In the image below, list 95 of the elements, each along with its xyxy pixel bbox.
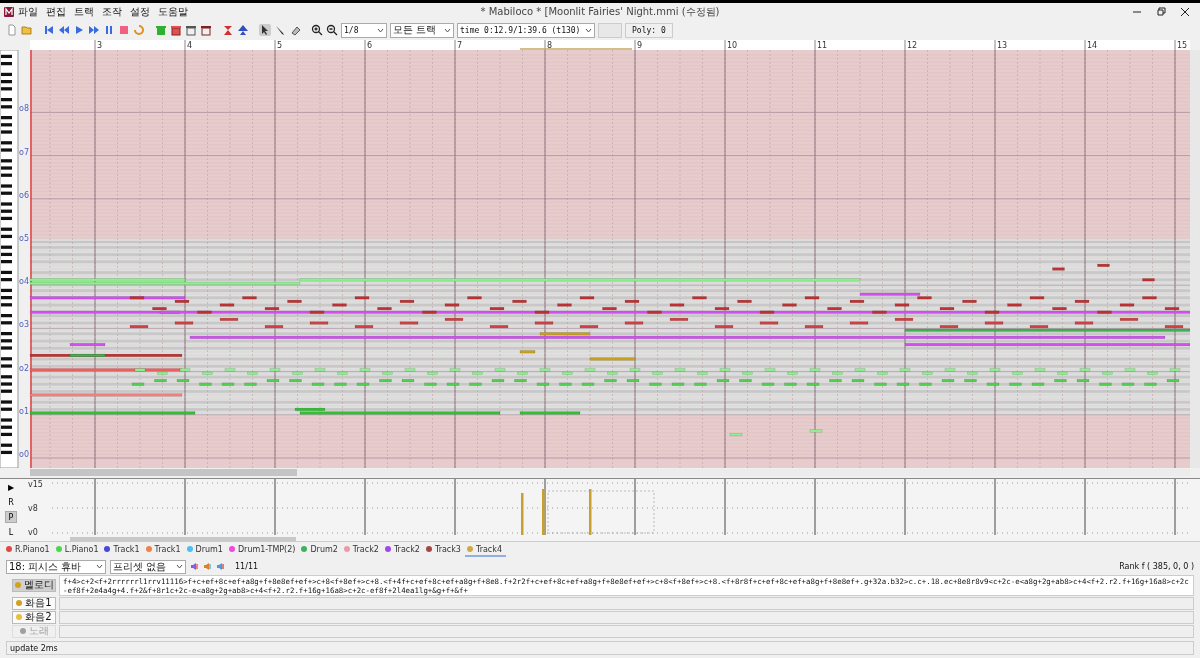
poly-counter: Poly: 0 bbox=[625, 22, 673, 38]
rewind-icon[interactable] bbox=[58, 24, 70, 36]
track-tab[interactable]: R.Piano1 bbox=[4, 544, 54, 557]
measure-number: 8 bbox=[547, 41, 553, 50]
mml-field[interactable] bbox=[59, 624, 1194, 638]
caret-icon bbox=[96, 564, 103, 569]
close-icon[interactable] bbox=[1180, 6, 1190, 17]
skip-start-icon[interactable] bbox=[43, 24, 55, 36]
caret-icon bbox=[444, 27, 451, 33]
measure-number: 7 bbox=[457, 41, 463, 50]
loop-icon[interactable] bbox=[133, 24, 145, 36]
track-tab[interactable]: Track1 bbox=[143, 544, 185, 557]
measure-number: 9 bbox=[637, 41, 643, 50]
track-tab[interactable]: Track4 bbox=[464, 544, 506, 557]
track-tab[interactable]: Drum1-TMP(2) bbox=[226, 544, 300, 557]
part-button[interactable]: 화음2 bbox=[12, 610, 56, 624]
vertical-scrollbar[interactable] bbox=[1190, 50, 1200, 468]
stop-icon[interactable] bbox=[118, 24, 130, 36]
octave-label: o5 bbox=[19, 234, 29, 243]
restore-icon[interactable] bbox=[1156, 6, 1166, 17]
velocity-label: v15 bbox=[28, 480, 43, 489]
measure-number: 6 bbox=[367, 41, 373, 50]
play-icon[interactable] bbox=[73, 24, 85, 36]
octave-label: o0 bbox=[19, 450, 29, 459]
speaker-icon[interactable] bbox=[190, 562, 199, 571]
track-delete-icon[interactable] bbox=[170, 24, 182, 36]
track-add-icon[interactable] bbox=[155, 24, 167, 36]
mode-button[interactable]: R bbox=[5, 496, 17, 508]
pause-icon[interactable] bbox=[103, 24, 115, 36]
mml-field[interactable] bbox=[59, 596, 1194, 610]
track-dropdown[interactable]: 모든 트랙 bbox=[390, 22, 454, 38]
piano-roll-drawing[interactable] bbox=[29, 50, 1191, 468]
track-tab[interactable]: Track3 bbox=[423, 544, 465, 557]
measure-number: 5 bbox=[277, 41, 283, 50]
track-tab[interactable]: Track1 bbox=[102, 544, 144, 557]
measure-number: 15 bbox=[1177, 41, 1188, 50]
page-counter: 11/11 bbox=[235, 562, 259, 571]
track-tab[interactable]: L.Piano1 bbox=[53, 544, 103, 557]
new-file-icon[interactable] bbox=[6, 24, 18, 36]
speaker-icon[interactable] bbox=[216, 562, 225, 571]
part-button[interactable]: 화음1 bbox=[12, 596, 56, 610]
blank-field[interactable] bbox=[598, 22, 622, 38]
caret-icon bbox=[377, 27, 384, 33]
part-button[interactable]: 멜로디 bbox=[12, 578, 56, 592]
velocity-label: v8 bbox=[28, 504, 38, 513]
octave-label: o6 bbox=[19, 190, 29, 200]
zoom-in-icon[interactable] bbox=[311, 24, 323, 36]
piano-keys-drawing[interactable] bbox=[0, 50, 19, 468]
fast-forward-icon[interactable] bbox=[88, 24, 100, 36]
track-tab[interactable]: Drum1 bbox=[184, 544, 227, 557]
octave-label: o1 bbox=[19, 406, 29, 416]
open-folder-icon[interactable] bbox=[21, 24, 33, 36]
speaker-icon[interactable] bbox=[203, 562, 212, 571]
mml-field[interactable] bbox=[59, 610, 1194, 624]
octave-label: o3 bbox=[19, 320, 29, 330]
window-title: * Mabiloco * [Moonlit Fairies' Night.mmi (수정됨) bbox=[480, 5, 720, 17]
caret-icon bbox=[176, 564, 183, 569]
rank-text: Rank f ( 385, 0, 0 ) bbox=[1119, 562, 1194, 571]
menu-item[interactable]: 조작 bbox=[98, 4, 126, 19]
menu-item[interactable]: 편집 bbox=[42, 4, 70, 19]
octave-label: o4 bbox=[19, 277, 29, 287]
preset-dropdown[interactable]: 프리셋 없음 bbox=[110, 559, 186, 574]
eraser-icon[interactable] bbox=[289, 24, 301, 36]
scrollbar-thumb[interactable] bbox=[30, 469, 297, 476]
menu-item[interactable]: 파일 bbox=[14, 4, 42, 19]
instrument-dropdown[interactable]: 18: 피시스 휴바 bbox=[6, 559, 106, 574]
measure-number: 13 bbox=[997, 41, 1008, 50]
menu-item[interactable]: 트랙 bbox=[70, 4, 98, 19]
velocity-label: v0 bbox=[28, 528, 38, 537]
track-tab[interactable]: Drum2 bbox=[299, 544, 342, 557]
time-dropdown[interactable]: time 0:12.9/1:39.6 (t130) bbox=[457, 22, 595, 38]
mode-button[interactable]: L bbox=[5, 526, 17, 538]
measure-number: 10 bbox=[727, 41, 738, 50]
measure-number: 3 bbox=[97, 41, 103, 50]
measure-number: 12 bbox=[907, 41, 918, 50]
mode-button[interactable]: P bbox=[5, 511, 17, 523]
measure-number: 14 bbox=[1087, 41, 1098, 50]
octave-label: o8 bbox=[19, 104, 29, 114]
select-arrow-icon[interactable] bbox=[259, 24, 271, 36]
measure-number: 11 bbox=[817, 41, 828, 50]
pen-icon[interactable] bbox=[274, 24, 286, 36]
status-bar: update 2ms bbox=[6, 641, 1194, 655]
track-tab[interactable]: Track2 bbox=[341, 544, 383, 557]
octave-label: o2 bbox=[19, 363, 29, 373]
measure-number: 4 bbox=[187, 41, 193, 50]
scrollbar-thumb[interactable] bbox=[70, 537, 296, 541]
app-logo-icon bbox=[4, 6, 14, 17]
menu-item[interactable]: 도움말 bbox=[154, 4, 192, 19]
track-tab[interactable]: Track2 bbox=[382, 544, 424, 557]
zoom-out-icon[interactable] bbox=[326, 24, 338, 36]
menu-item[interactable]: 설정 bbox=[126, 4, 154, 19]
caret-icon bbox=[585, 27, 592, 33]
mode-button[interactable]: ▶ bbox=[5, 481, 17, 493]
grid-dropdown[interactable]: 1/8 bbox=[341, 22, 387, 38]
octave-label: o7 bbox=[19, 147, 29, 157]
